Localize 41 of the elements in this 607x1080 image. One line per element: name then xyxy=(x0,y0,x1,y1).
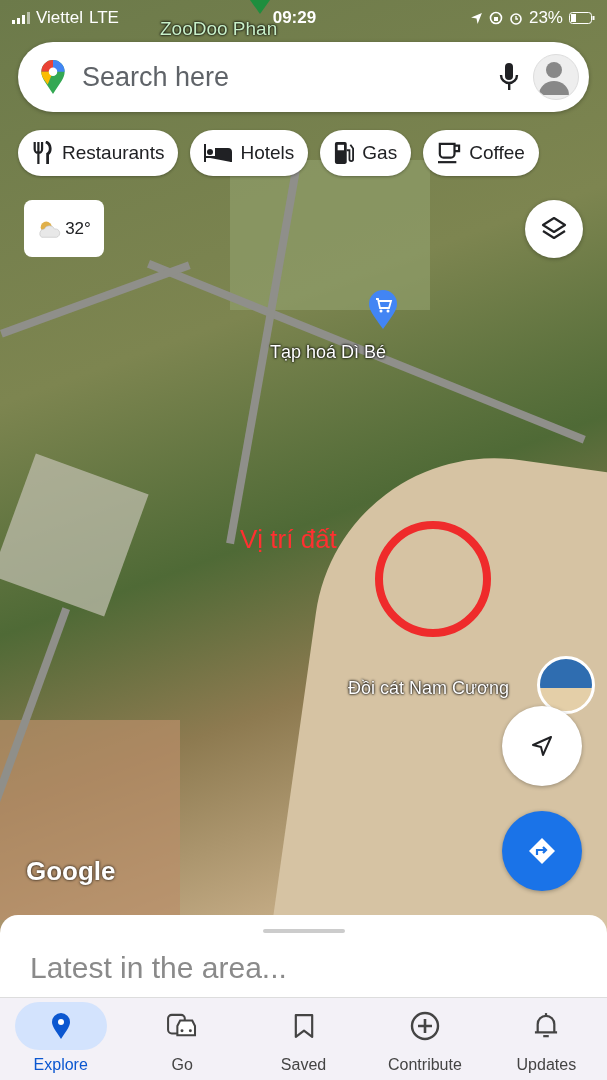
microphone-icon[interactable] xyxy=(499,62,519,92)
nav-tab[interactable]: Explore xyxy=(0,998,122,1080)
nav-tab[interactable]: Contribute xyxy=(364,998,486,1080)
carrier-name: Viettel xyxy=(36,8,83,28)
avatar-circle[interactable] xyxy=(533,54,579,100)
network-type: LTE xyxy=(88,8,119,28)
train-car-icon xyxy=(166,1013,199,1039)
nav-tab[interactable]: Go xyxy=(121,998,243,1080)
maps-pin-logo-icon xyxy=(40,59,66,95)
handwritten-annotation: Vị trí đất xyxy=(240,524,337,555)
temperature: 32° xyxy=(65,218,91,239)
nav-tab[interactable]: Updates xyxy=(485,998,607,1080)
fuel-pump-icon xyxy=(334,141,355,165)
bell-icon xyxy=(534,1012,559,1040)
category-chip[interactable]: Restaurants xyxy=(18,130,179,176)
google-attribution: Google xyxy=(26,856,116,887)
bed-icon xyxy=(204,143,233,163)
weather-card[interactable]: 32° xyxy=(24,200,104,257)
layers-icon xyxy=(541,216,567,242)
drag-handle[interactable] xyxy=(262,929,345,933)
rotation-lock-icon xyxy=(488,11,503,25)
battery-percent: 23% xyxy=(528,8,563,28)
navigation-arrow-icon xyxy=(530,734,554,758)
map-pin-icon xyxy=(250,0,270,14)
battery-icon xyxy=(569,12,595,24)
alarm-icon xyxy=(508,11,523,25)
location-arrow-icon xyxy=(469,11,483,25)
directions-icon xyxy=(527,836,557,866)
category-chip[interactable]: Hotels xyxy=(190,130,309,176)
fork-knife-icon xyxy=(32,141,54,165)
shopping-cart-pin-icon[interactable] xyxy=(368,290,398,330)
category-chip[interactable]: Coffee xyxy=(423,130,539,176)
location-pin-icon xyxy=(50,1012,71,1040)
map-place-label: Đồi cát Nam Cương xyxy=(348,678,509,699)
nav-tab[interactable]: Saved xyxy=(242,998,365,1080)
coffee-cup-icon xyxy=(437,142,462,164)
plus-circle-icon xyxy=(409,1011,440,1041)
search-bar[interactable]: Search here xyxy=(18,42,589,112)
sheet-title: Latest in the area... xyxy=(30,951,288,985)
bookmark-icon xyxy=(293,1013,314,1039)
signal-icon xyxy=(12,12,30,24)
